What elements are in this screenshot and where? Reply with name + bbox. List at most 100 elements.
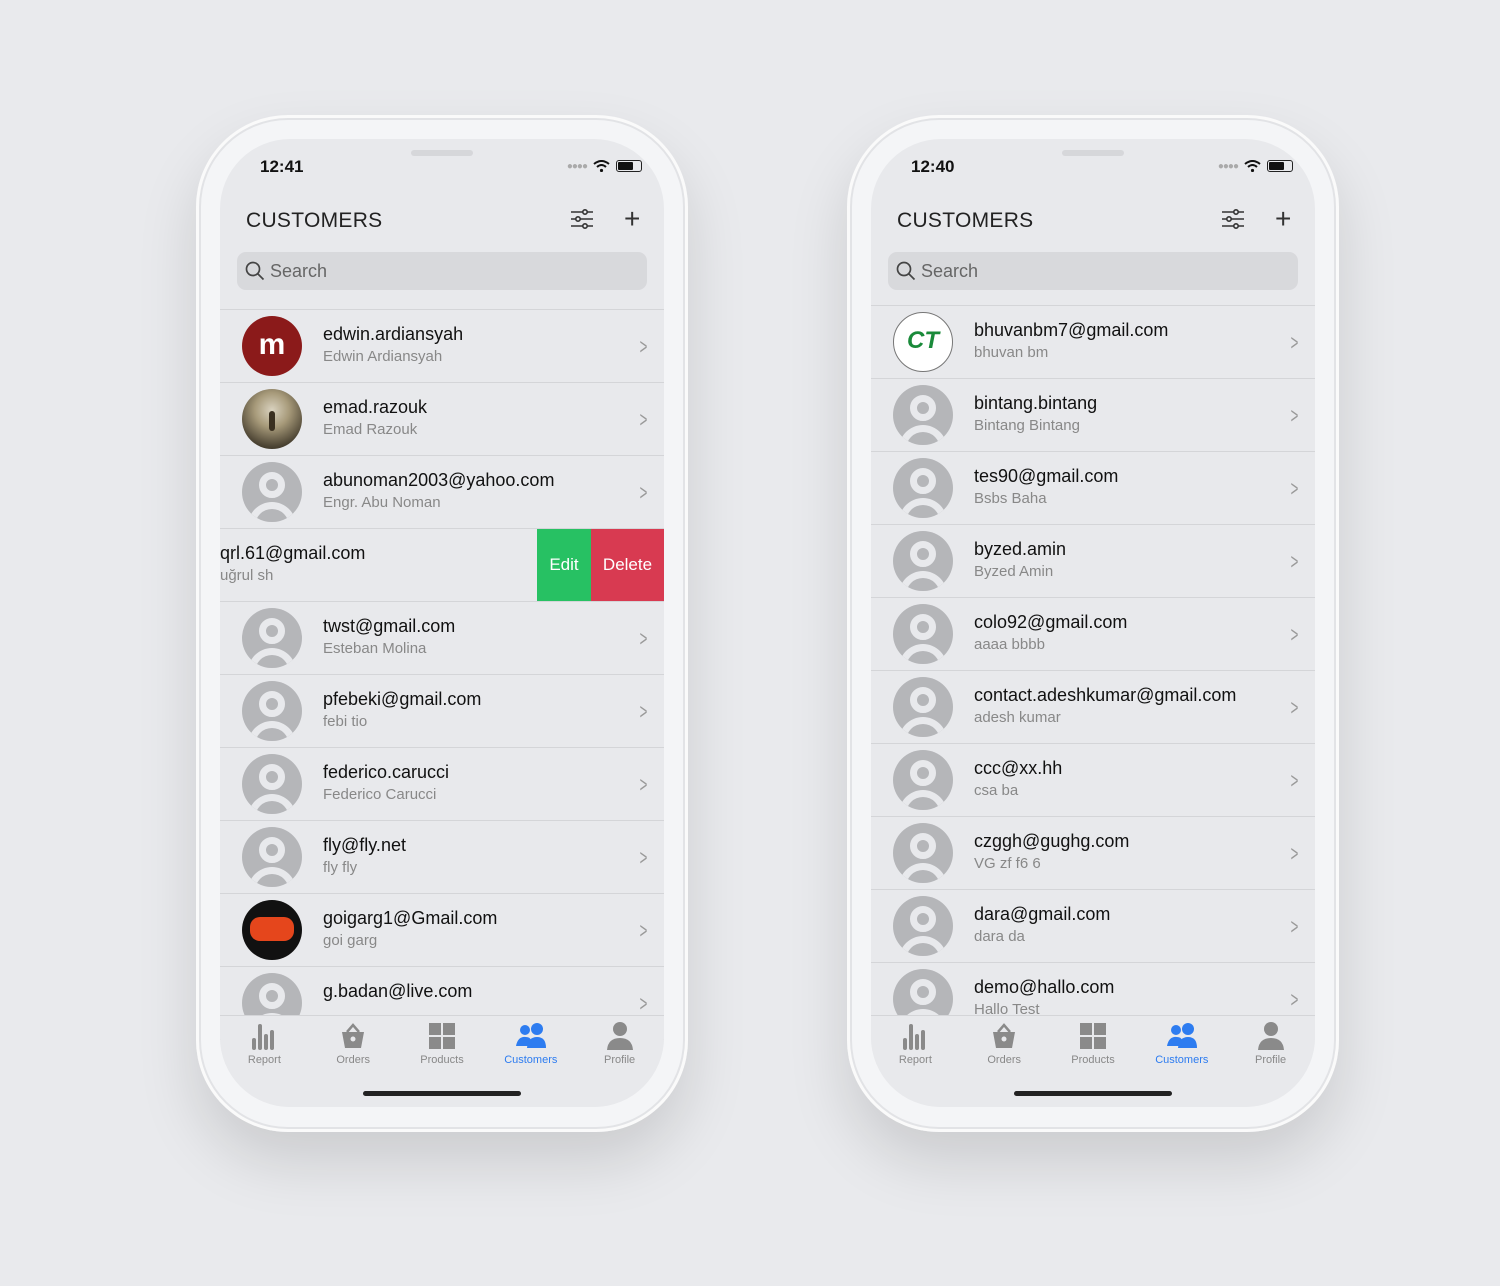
delete-button[interactable]: Delete bbox=[591, 529, 664, 601]
home-indicator[interactable] bbox=[1014, 1091, 1172, 1096]
customer-row[interactable]: tes90@gmail.com Bsbs Baha > bbox=[871, 452, 1315, 525]
customer-email: demo@hallo.com bbox=[974, 977, 1115, 997]
customer-name: Engr. Abu Noman bbox=[323, 494, 441, 511]
customer-name: Federico Carucci bbox=[323, 786, 437, 803]
avatar bbox=[893, 531, 953, 591]
page-title: CUSTOMERS bbox=[897, 209, 1034, 232]
chevron-right-icon: > bbox=[1290, 403, 1299, 428]
phone-frame: 12:40 ●●●● CUSTOMERS + Search CT bhuvanb… bbox=[847, 115, 1339, 1132]
customer-row[interactable]: abunoman2003@yahoo.com Engr. Abu Noman > bbox=[220, 456, 664, 529]
customer-email: czggh@gughg.com bbox=[974, 831, 1130, 851]
battery-icon bbox=[1267, 160, 1293, 172]
customer-row[interactable]: byzed.amin Byzed Amin > bbox=[871, 525, 1315, 598]
grid-icon bbox=[428, 1023, 455, 1049]
customer-name: Byzed Amin bbox=[974, 563, 1054, 580]
phone-screen: 12:40 ●●●● CUSTOMERS + Search CT bhuvanb… bbox=[871, 139, 1315, 1107]
signal-icon: ●●●● bbox=[1217, 160, 1239, 172]
filter-sliders-icon[interactable] bbox=[570, 209, 594, 229]
people-icon bbox=[1166, 1023, 1197, 1048]
customer-row[interactable]: bintang.bintang Bintang Bintang > bbox=[871, 379, 1315, 452]
customer-email: fly@fly.net bbox=[323, 835, 406, 855]
customer-email: twst@gmail.com bbox=[323, 616, 456, 636]
customer-row[interactable]: fly@fly.net fly fly > bbox=[220, 821, 664, 894]
chevron-right-icon: > bbox=[1290, 914, 1299, 939]
customer-email: colo92@gmail.com bbox=[974, 612, 1128, 632]
tab-label: Profile bbox=[1254, 1054, 1287, 1066]
avatar bbox=[893, 823, 953, 883]
customer-email: g.badan@live.com bbox=[323, 981, 473, 1001]
tab-label: Report bbox=[247, 1054, 281, 1066]
speaker-notch bbox=[1062, 150, 1124, 156]
avatar-logo-text: CT bbox=[907, 327, 939, 354]
chevron-right-icon: > bbox=[1290, 768, 1299, 793]
person-icon bbox=[606, 1022, 633, 1050]
customer-email: edwin.ardiansyah bbox=[323, 324, 464, 344]
tab-profile[interactable]: Profile bbox=[575, 1016, 664, 1107]
customer-name: Edwin Ardiansyah bbox=[323, 348, 443, 365]
add-customer-button[interactable]: + bbox=[1275, 205, 1291, 233]
customer-email: pfebeki@gmail.com bbox=[323, 689, 482, 709]
customer-name: febi tio bbox=[323, 713, 368, 730]
customer-row[interactable]: colo92@gmail.com aaaa bbbb > bbox=[871, 598, 1315, 671]
phone-screen: 12:41 ●●●● CUSTOMERS + Search m edwin.ar… bbox=[220, 139, 664, 1107]
search-icon bbox=[245, 261, 265, 281]
avatar bbox=[242, 827, 302, 887]
edit-button[interactable]: Edit bbox=[537, 529, 591, 601]
customer-name: Bsbs Baha bbox=[974, 490, 1047, 507]
search-placeholder: Search bbox=[270, 260, 328, 281]
chevron-right-icon: > bbox=[639, 407, 648, 432]
customer-row[interactable]: twst@gmail.com Esteban Molina > bbox=[220, 602, 664, 675]
customer-email: tes90@gmail.com bbox=[974, 466, 1119, 486]
avatar: m bbox=[242, 316, 302, 376]
customer-row[interactable]: ccc@xx.hh csa ba > bbox=[871, 744, 1315, 817]
tab-profile[interactable]: Profile bbox=[1226, 1016, 1315, 1107]
people-icon bbox=[515, 1023, 546, 1048]
chevron-right-icon: > bbox=[639, 845, 648, 870]
avatar bbox=[242, 462, 302, 522]
customer-row[interactable]: goigarg1@Gmail.com goi garg > bbox=[220, 894, 664, 967]
chevron-right-icon: > bbox=[639, 334, 648, 359]
avatar bbox=[242, 900, 302, 960]
add-customer-button[interactable]: + bbox=[624, 205, 640, 233]
customer-name: VG zf f6 6 bbox=[974, 855, 1041, 872]
customer-row[interactable]: czggh@gughg.com VG zf f6 6 > bbox=[871, 817, 1315, 890]
tab-report[interactable]: Report bbox=[220, 1016, 309, 1107]
customer-row[interactable]: qrl.61@gmail.com uğrul sh > EditDelete bbox=[220, 529, 664, 602]
tab-label: Orders bbox=[336, 1054, 370, 1066]
avatar: CT bbox=[893, 312, 953, 372]
tab-report[interactable]: Report bbox=[871, 1016, 960, 1107]
chevron-right-icon: > bbox=[1290, 476, 1299, 501]
customer-email: qrl.61@gmail.com bbox=[220, 543, 366, 563]
customer-name: aaaa bbbb bbox=[974, 636, 1045, 653]
customer-row[interactable]: emad.razouk Emad Razouk > bbox=[220, 383, 664, 456]
chevron-right-icon: > bbox=[1290, 330, 1299, 355]
wifi-icon bbox=[593, 160, 610, 172]
avatar bbox=[242, 681, 302, 741]
home-indicator[interactable] bbox=[363, 1091, 521, 1096]
customer-name: Bintang Bintang bbox=[974, 417, 1080, 434]
search-input[interactable]: Search bbox=[888, 252, 1298, 290]
filter-sliders-icon[interactable] bbox=[1221, 209, 1245, 229]
status-time: 12:41 bbox=[260, 157, 304, 176]
customer-row[interactable]: dara@gmail.com dara da > bbox=[871, 890, 1315, 963]
customer-email: byzed.amin bbox=[974, 539, 1067, 559]
customer-email: bintang.bintang bbox=[974, 393, 1098, 413]
customer-email: abunoman2003@yahoo.com bbox=[323, 470, 555, 490]
customer-name: Emad Razouk bbox=[323, 421, 418, 438]
customer-row[interactable]: pfebeki@gmail.com febi tio > bbox=[220, 675, 664, 748]
status-time: 12:40 bbox=[911, 157, 955, 176]
tab-label: Orders bbox=[987, 1054, 1021, 1066]
avatar bbox=[893, 385, 953, 445]
customer-email: emad.razouk bbox=[323, 397, 428, 417]
customer-row[interactable]: contact.adeshkumar@gmail.com adesh kumar… bbox=[871, 671, 1315, 744]
customer-row[interactable]: m edwin.ardiansyah Edwin Ardiansyah > bbox=[220, 310, 664, 383]
chevron-right-icon: > bbox=[1290, 987, 1299, 1012]
search-input[interactable]: Search bbox=[237, 252, 647, 290]
person-icon bbox=[1257, 1022, 1284, 1050]
customer-row[interactable]: CT bhuvanbm7@gmail.com bhuvan bm > bbox=[871, 306, 1315, 379]
chevron-right-icon: > bbox=[1290, 695, 1299, 720]
bar-chart-icon bbox=[903, 1024, 926, 1050]
phone-frame: 12:41 ●●●● CUSTOMERS + Search m edwin.ar… bbox=[196, 115, 688, 1132]
customer-row[interactable]: federico.carucci Federico Carucci > bbox=[220, 748, 664, 821]
customer-name: goi garg bbox=[323, 932, 378, 949]
